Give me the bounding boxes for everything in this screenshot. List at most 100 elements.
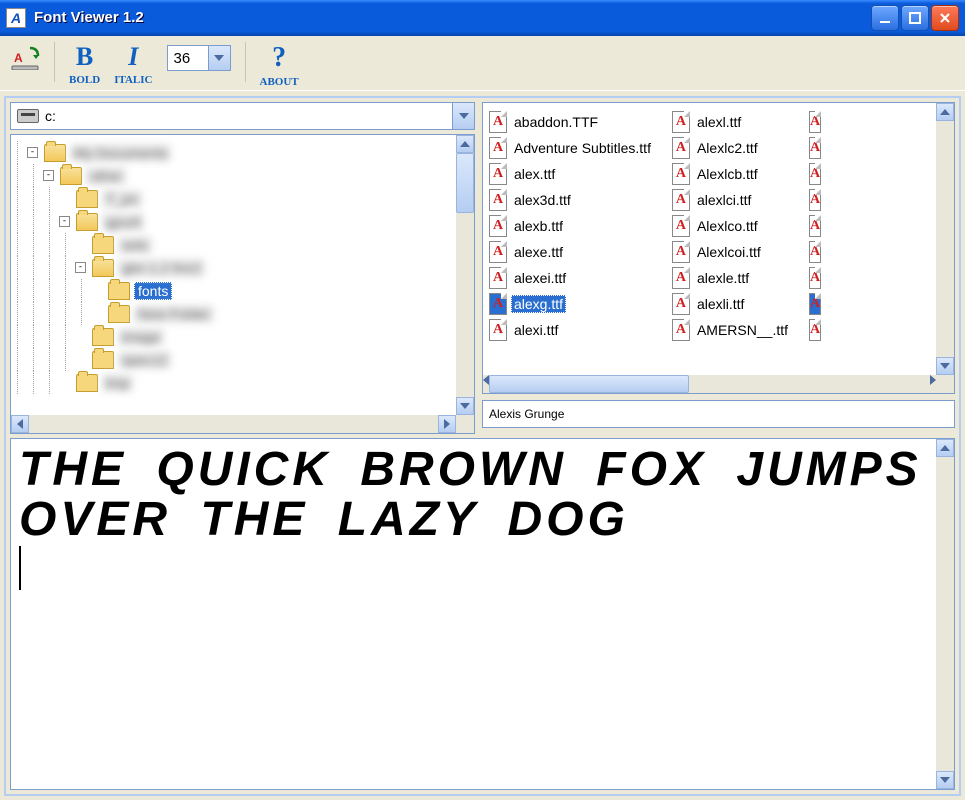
preview-vscrollbar[interactable] [936,439,954,789]
file-list[interactable]: Aabaddon.TTFAAdventure Subtitles.ttfAale… [482,102,955,394]
file-item[interactable]: Aalexlci.ttf [672,187,799,213]
font-file-icon: A [489,163,507,185]
tree-toggle[interactable]: - [59,216,70,227]
tree-item[interactable]: spec12 [17,348,456,371]
tree-item[interactable]: tmp [17,371,456,394]
tree-toggle[interactable]: - [75,262,86,273]
tree-vscrollbar[interactable] [456,135,474,415]
font-file-icon: A [809,319,821,341]
preview-panel[interactable]: THE QUICK BROWN FOX JUMPS OVER THE LAZY … [10,438,955,790]
tree-item-label: tmp [102,374,133,392]
tree-item[interactable]: image [17,325,456,348]
file-item[interactable]: A [809,291,823,317]
file-hscrollbar[interactable] [483,375,936,393]
file-label: alexl.ttf [694,113,744,131]
scroll-up-button[interactable] [936,439,954,457]
tree-item-label: fonts [134,282,172,300]
font-file-icon: A [489,267,507,289]
file-item[interactable]: Aalexg.ttf [489,291,662,317]
drive-dropdown-button[interactable] [452,103,474,129]
file-item[interactable]: Aalexe.ttf [489,239,662,265]
file-item[interactable]: AAdventure Subtitles.ttf [489,135,662,161]
drive-combo[interactable]: c: [10,102,475,130]
scroll-left-button[interactable] [11,415,29,433]
about-button[interactable]: ? ABOUT [260,42,299,88]
maximize-button[interactable] [901,5,929,31]
drive-label: c: [45,108,452,124]
tree-item-label: New Folder [134,305,214,323]
toolbar: A B BOLD I ITALIC ? ABOUT [0,36,965,91]
file-item[interactable]: Aalex3d.ttf [489,187,662,213]
tree-item[interactable]: New Folder [17,302,456,325]
file-item[interactable]: AAlexlcoi.ttf [672,239,799,265]
file-item[interactable]: Aalexei.ttf [489,265,662,291]
file-item[interactable]: A [809,265,823,291]
close-button[interactable] [931,5,959,31]
scroll-down-button[interactable] [936,771,954,789]
font-size-dropdown-button[interactable] [209,45,231,71]
scroll-thumb[interactable] [456,153,474,213]
tree-item[interactable]: -other [17,164,456,187]
file-label: alexli.ttf [694,295,747,313]
file-vscrollbar[interactable] [936,103,954,375]
file-item[interactable]: A [809,239,823,265]
tree-item[interactable]: -My Documents [17,141,456,164]
scroll-up-button[interactable] [936,103,954,121]
tree-toggle[interactable]: - [43,170,54,181]
file-item[interactable]: A [809,109,823,135]
font-file-icon: A [809,189,821,211]
file-item[interactable]: Aalexl.ttf [672,109,799,135]
font-file-icon: A [672,189,690,211]
scroll-thumb[interactable] [489,375,689,393]
scroll-down-button[interactable] [456,397,474,415]
file-label: alex3d.ttf [511,191,574,209]
scroll-down-button[interactable] [936,357,954,375]
font-file-icon: A [809,163,821,185]
bold-button[interactable]: B BOLD [69,42,100,86]
tree-toggle[interactable]: - [27,147,38,158]
folder-icon [92,236,114,254]
minimize-button[interactable] [871,5,899,31]
bold-label: BOLD [69,74,100,86]
tree-item[interactable]: -gpuril [17,210,456,233]
folder-icon [108,305,130,323]
font-file-icon: A [809,267,821,289]
font-file-icon: A [672,111,690,133]
font-size-input[interactable] [167,45,209,71]
app-icon: A [6,8,26,28]
tree-item[interactable]: - gbn 1.2 fmr2 [17,256,456,279]
toolbar-separator [54,42,55,82]
file-item[interactable]: A [809,213,823,239]
font-size-combo[interactable] [167,45,231,71]
file-item[interactable]: Aabaddon.TTF [489,109,662,135]
folder-icon [76,190,98,208]
scroll-right-button[interactable] [438,415,456,433]
file-item[interactable]: A [809,135,823,161]
italic-button[interactable]: I ITALIC [114,42,152,86]
file-item[interactable]: A [809,161,823,187]
tree-item-label: gbn 1.2 fmr2 [118,259,205,277]
file-item[interactable]: A [809,317,823,343]
tree-item[interactable]: T_pn [17,187,456,210]
file-item[interactable]: A [809,187,823,213]
file-item[interactable]: Aalex.ttf [489,161,662,187]
tree-hscrollbar[interactable] [11,415,456,433]
file-label: alexei.ttf [511,269,569,287]
scroll-up-button[interactable] [456,135,474,153]
file-item[interactable]: Aalexi.ttf [489,317,662,343]
file-label: alexb.ttf [511,217,566,235]
file-item[interactable]: Aalexli.ttf [672,291,799,317]
file-item[interactable]: AAMERSN__.ttf [672,317,799,343]
open-font-button[interactable]: A [10,42,40,70]
file-item[interactable]: Aalexb.ttf [489,213,662,239]
tree-item[interactable]: fonts [17,279,456,302]
font-file-icon: A [489,137,507,159]
file-item[interactable]: AAlexlco.ttf [672,213,799,239]
file-item[interactable]: Aalexle.ttf [672,265,799,291]
file-item[interactable]: AAlexlcb.ttf [672,161,799,187]
tree-item[interactable]: sets [17,233,456,256]
file-item[interactable]: AAlexlc2.ttf [672,135,799,161]
folder-tree[interactable]: -My Documents-otherT_pn-gpurilsets - gbn 1… [10,134,475,434]
preview-text[interactable]: THE QUICK BROWN FOX JUMPS OVER THE LAZY … [19,445,928,546]
workarea: c: -My Documents-otherT_pn-gpurilsets - gb… [4,96,961,796]
